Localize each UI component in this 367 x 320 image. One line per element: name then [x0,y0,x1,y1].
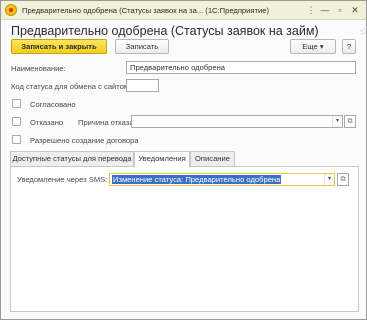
exchange-code-label: Код статуса для обмена с сайтом: [11,82,132,91]
form-heading: Предварительно одобрена (Статусы заявок … [11,24,319,38]
save-and-close-button[interactable]: Записать и закрыть [11,39,107,54]
approved-checkbox[interactable] [12,99,21,108]
name-field[interactable]: Предварительно одобрена [126,61,356,74]
open-icon[interactable]: ⧉ [344,115,356,128]
maximize-icon[interactable]: ▫ [334,4,346,16]
tab-description[interactable]: Описание [190,151,235,167]
close-icon[interactable]: ✕ [349,4,361,16]
form-window: Предварительно одобрена (Статусы заявок … [0,0,367,320]
exchange-code-field[interactable] [126,79,159,92]
save-button[interactable]: Записать [115,39,169,54]
open-icon[interactable]: ⧉ [337,173,349,186]
more-label: Еще [302,42,318,51]
chevron-down-icon: ▾ [319,42,324,51]
tab-notifications[interactable]: Уведомления [134,151,190,168]
sms-notification-value: Изменение статуса: Предварительно одобре… [112,175,282,184]
menu-icon[interactable]: ⋮ [305,4,317,16]
rejected-checkbox[interactable] [12,117,21,126]
sms-notification-field[interactable]: Изменение статуса: Предварительно одобре… [109,173,335,186]
favorite-star-icon[interactable]: ☆ [359,25,367,38]
reject-reason-field[interactable]: ▾ [131,115,343,128]
minimize-icon[interactable]: — [319,4,331,16]
help-button[interactable]: ? [342,39,356,54]
notifications-panel: Уведомление через SMS: Изменение статуса… [10,166,359,312]
name-label: Наименование: [11,64,66,73]
more-button[interactable]: Еще ▾ [290,39,336,54]
dropdown-icon[interactable]: ▾ [332,116,342,127]
1c-logo-icon [5,4,17,16]
dropdown-icon[interactable]: ▾ [324,174,334,185]
sms-notification-label: Уведомление через SMS: [17,175,108,184]
reject-reason-label: Причина отказа: [78,118,136,127]
contract-allowed-checkbox[interactable] [12,135,21,144]
contract-allowed-label: Разрешено создание договора [30,136,139,145]
rejected-label: Отказано [30,118,64,127]
window-title: Предварительно одобрена (Статусы заявок … [22,6,269,15]
approved-label: Согласовано [30,100,76,109]
title-bar: Предварительно одобрена (Статусы заявок … [1,1,366,20]
tab-available-statuses[interactable]: Доступные статусы для перевода [10,151,134,167]
